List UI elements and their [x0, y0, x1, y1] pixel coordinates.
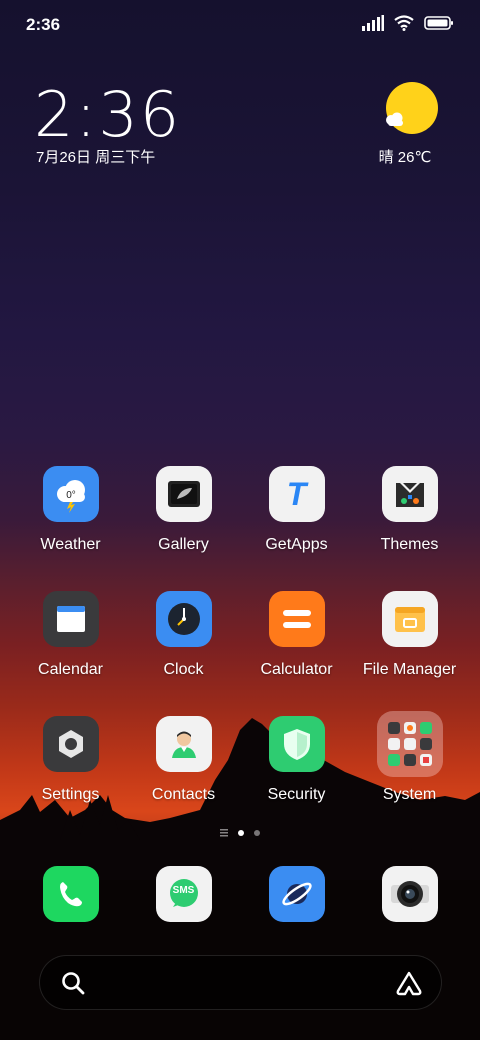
app-label: Weather: [40, 536, 101, 553]
search-bar[interactable]: [39, 955, 442, 1010]
status-time: 2:36: [26, 15, 61, 34]
app-grid: 0° Weather Gallery T GetApps Themes Cale…: [14, 466, 466, 841]
app-label: Themes: [380, 536, 439, 553]
app-label: GetApps: [265, 536, 328, 553]
app-label: Contacts: [151, 786, 216, 803]
menu-lines-icon: [220, 829, 228, 837]
app-label: Calculator: [260, 661, 333, 678]
app-label: Settings: [41, 786, 100, 803]
calculator-icon[interactable]: [268, 591, 325, 647]
weather-widget-text: 晴 26℃: [378, 149, 432, 166]
dock-phone[interactable]: [14, 866, 127, 922]
app-row: 0° Weather Gallery T GetApps Themes: [14, 466, 466, 591]
dock-sms[interactable]: SMS: [127, 866, 240, 922]
weather-widget[interactable]: 晴 26℃: [379, 82, 444, 167]
security-icon[interactable]: [268, 716, 325, 772]
app-clock[interactable]: Clock: [127, 591, 240, 716]
weather-icon-temp: 0°: [66, 490, 76, 501]
app-row: Settings Contacts Security System: [14, 711, 466, 841]
themes-icon[interactable]: [381, 466, 438, 522]
assistant-icon[interactable]: [395, 970, 423, 996]
status-icons: [362, 15, 454, 31]
app-gallery[interactable]: Gallery: [127, 466, 240, 591]
contacts-icon[interactable]: [155, 716, 212, 772]
dock-camera[interactable]: [353, 866, 466, 922]
app-themes[interactable]: Themes: [353, 466, 466, 591]
signal-icon: [362, 15, 384, 31]
file-manager-icon[interactable]: [381, 591, 438, 647]
status-bar: 2:36: [0, 0, 480, 50]
settings-icon[interactable]: [42, 716, 99, 772]
app-weather[interactable]: 0° Weather: [14, 466, 127, 591]
app-security[interactable]: Security: [240, 716, 353, 841]
app-label: System: [382, 786, 437, 803]
app-label: Security: [267, 786, 326, 803]
app-calculator[interactable]: Calculator: [240, 591, 353, 716]
app-label: File Manager: [362, 661, 457, 678]
sms-icon[interactable]: SMS: [155, 866, 212, 922]
weather-icon[interactable]: 0°: [42, 466, 99, 522]
app-settings[interactable]: Settings: [14, 716, 127, 841]
app-contacts[interactable]: Contacts: [127, 716, 240, 841]
wifi-icon: [394, 15, 414, 31]
getapps-letter: T: [286, 475, 307, 512]
app-label: Calendar: [38, 661, 103, 678]
clock-icon[interactable]: [155, 591, 212, 647]
battery-icon: [424, 16, 453, 30]
dock-browser[interactable]: [240, 866, 353, 922]
app-label: Gallery: [158, 536, 209, 553]
system-folder-icon[interactable]: [376, 711, 443, 777]
clock-widget-date: 7月26日 周三下午: [36, 149, 156, 166]
page-dot-active[interactable]: [238, 830, 244, 836]
calendar-icon[interactable]: [42, 591, 99, 647]
browser-icon[interactable]: [268, 866, 325, 922]
app-row: Calendar Clock Calculator File Manager: [14, 591, 466, 716]
phone-icon[interactable]: [42, 866, 99, 922]
sms-icon-text: SMS: [172, 885, 195, 896]
app-label: Clock: [163, 661, 204, 678]
gallery-icon[interactable]: [155, 466, 212, 522]
camera-icon[interactable]: [381, 866, 438, 922]
search-icon[interactable]: [60, 970, 86, 996]
dock: SMS: [14, 866, 466, 922]
page-indicator[interactable]: [0, 829, 480, 837]
app-system-folder[interactable]: System: [353, 711, 466, 841]
clock-widget-time[interactable]: 2:36: [34, 78, 181, 151]
sun-cloud-icon: [386, 82, 438, 134]
getapps-icon[interactable]: T: [268, 466, 325, 522]
app-file-manager[interactable]: File Manager: [353, 591, 466, 716]
app-calendar[interactable]: Calendar: [14, 591, 127, 716]
page-dot[interactable]: [254, 830, 260, 836]
app-getapps[interactable]: T GetApps: [240, 466, 353, 591]
